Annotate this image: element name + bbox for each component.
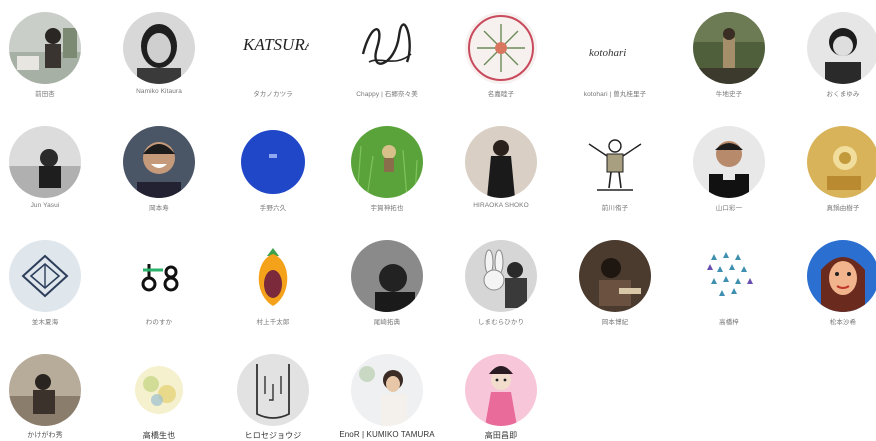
artist-card[interactable]: 高田昌即 — [446, 354, 556, 441]
artist-card[interactable]: 高橋梓 — [674, 240, 784, 326]
artist-avatar[interactable] — [123, 354, 195, 426]
artist-name[interactable]: 手野六久 — [260, 202, 286, 212]
artist-card[interactable]: KATSURA タカノカツラ — [218, 12, 328, 98]
artist-name[interactable]: 岡本寿 — [149, 202, 169, 212]
artist-avatar[interactable]: kotohari — [579, 12, 651, 84]
artist-card[interactable]: 岡本寿 — [104, 126, 214, 212]
artist-avatar[interactable] — [9, 240, 81, 312]
artist-name[interactable]: タカノカツラ — [253, 88, 293, 98]
artist-avatar[interactable] — [237, 240, 309, 312]
artist-name[interactable]: HIRAOKA SHOKO — [473, 202, 528, 209]
kotohari-logo-text: kotohari — [589, 47, 626, 59]
artist-card[interactable]: 高橋生也 — [104, 354, 214, 441]
artist-card[interactable]: 山口彩一 — [674, 126, 784, 212]
artist-name[interactable]: 高田昌即 — [485, 430, 517, 441]
artist-card[interactable]: 村上千太郎 — [218, 240, 328, 326]
artist-card[interactable]: Jun Yasui — [0, 126, 100, 209]
artist-name[interactable]: 高橋梓 — [719, 316, 739, 326]
artist-grid: 前田杏 Namiko Kitaura KATSURA タカノカツラ Chappy… — [0, 0, 876, 441]
artist-name[interactable]: ヒロセジョウジ — [245, 430, 302, 441]
artist-name[interactable]: EnoR | KUMIKO TAMURA — [339, 430, 434, 439]
artist-avatar[interactable] — [693, 12, 765, 84]
artist-avatar[interactable] — [351, 354, 423, 426]
artist-avatar[interactable]: KATSURA — [237, 12, 309, 84]
artist-name[interactable]: 岡本博紀 — [602, 316, 628, 326]
artist-card[interactable]: 前川侑子 — [560, 126, 670, 212]
artist-name[interactable]: しまむらひかり — [478, 316, 524, 326]
artist-avatar[interactable] — [807, 126, 876, 198]
artist-card[interactable]: 尾崎拓典 — [332, 240, 442, 326]
artist-avatar[interactable] — [693, 126, 765, 198]
artist-name[interactable]: 尾崎拓典 — [374, 316, 400, 326]
artist-avatar[interactable] — [465, 12, 537, 84]
artist-name[interactable]: かけがわ秀 — [27, 430, 63, 440]
artist-card[interactable]: Namiko Kitaura — [104, 12, 214, 95]
artist-avatar[interactable] — [9, 354, 81, 426]
artist-name[interactable]: Chappy | 石郷奈々美 — [356, 88, 418, 98]
artist-name[interactable]: おくまゆみ — [827, 88, 860, 98]
artist-avatar[interactable] — [465, 240, 537, 312]
artist-name[interactable]: 並木夏海 — [32, 316, 58, 326]
artist-card[interactable]: しまむらひかり — [446, 240, 556, 326]
artist-name[interactable]: 山口彩一 — [716, 202, 742, 212]
artist-avatar[interactable] — [351, 240, 423, 312]
artist-name[interactable]: kotohari | 曽丸桂里子 — [584, 88, 647, 98]
artist-card[interactable]: かけがわ秀 — [0, 354, 100, 440]
artist-name[interactable]: Namiko Kitaura — [136, 88, 182, 95]
artist-name[interactable]: 松本沙希 — [830, 316, 856, 326]
artist-avatar[interactable] — [123, 12, 195, 84]
artist-name[interactable]: 牛地史子 — [716, 88, 742, 98]
artist-name[interactable]: わのすか — [146, 316, 172, 326]
artist-avatar[interactable] — [351, 12, 423, 84]
artist-card[interactable]: 真鍋由樹子 — [788, 126, 876, 212]
artist-card[interactable]: 岡本博紀 — [560, 240, 670, 326]
artist-avatar[interactable] — [237, 354, 309, 426]
artist-card[interactable]: 宇賀神拓也 — [332, 126, 442, 212]
artist-avatar[interactable] — [351, 126, 423, 198]
artist-card[interactable]: kotohari kotohari | 曽丸桂里子 — [560, 12, 670, 98]
artist-name[interactable]: 村上千太郎 — [257, 316, 290, 326]
artist-name[interactable]: 真鍋由樹子 — [827, 202, 860, 212]
artist-card[interactable]: HIRAOKA SHOKO — [446, 126, 556, 209]
artist-card[interactable]: 松本沙希 — [788, 240, 876, 326]
artist-avatar[interactable] — [579, 240, 651, 312]
artist-avatar[interactable] — [579, 126, 651, 198]
artist-avatar[interactable] — [465, 126, 537, 198]
artist-avatar[interactable] — [237, 126, 309, 198]
artist-avatar[interactable] — [807, 12, 876, 84]
artist-card[interactable]: おくまゆみ — [788, 12, 876, 98]
artist-avatar[interactable] — [9, 126, 81, 198]
artist-name[interactable]: 高橋生也 — [143, 430, 175, 441]
artist-card[interactable]: 前田杏 — [0, 12, 100, 98]
artist-card[interactable]: わのすか — [104, 240, 214, 326]
artist-avatar[interactable] — [9, 12, 81, 84]
artist-avatar[interactable] — [123, 240, 195, 312]
artist-avatar[interactable] — [807, 240, 876, 312]
artist-avatar[interactable] — [465, 354, 537, 426]
artist-name[interactable]: Jun Yasui — [31, 202, 60, 209]
artist-name[interactable]: 前田杏 — [35, 88, 55, 98]
artist-avatar[interactable] — [693, 240, 765, 312]
artist-avatar[interactable] — [123, 126, 195, 198]
artist-card[interactable]: 牛地史子 — [674, 12, 784, 98]
katsura-logo-text: KATSURA — [242, 35, 309, 54]
artist-card[interactable]: 名嘉睦子 — [446, 12, 556, 98]
artist-card[interactable]: 手野六久 — [218, 126, 328, 212]
artist-name[interactable]: 名嘉睦子 — [488, 88, 514, 98]
artist-card[interactable]: EnoR | KUMIKO TAMURA — [332, 354, 442, 439]
artist-card[interactable]: Chappy | 石郷奈々美 — [332, 12, 442, 98]
artist-card[interactable]: ヒロセジョウジ — [218, 354, 328, 441]
artist-name[interactable]: 前川侑子 — [602, 202, 628, 212]
artist-card[interactable]: 並木夏海 — [0, 240, 100, 326]
artist-name[interactable]: 宇賀神拓也 — [371, 202, 404, 212]
